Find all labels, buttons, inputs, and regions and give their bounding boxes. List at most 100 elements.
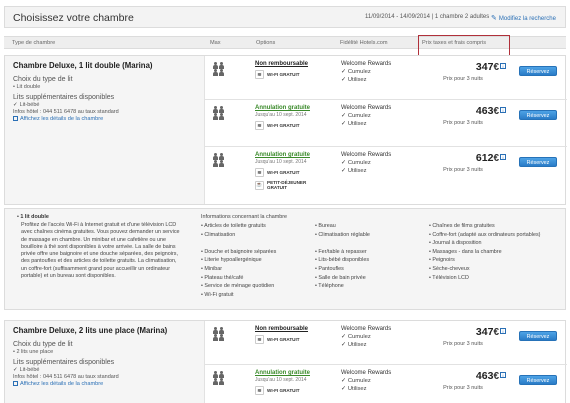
rate-option: Non remboursable ≋ WI-FI GRATUIT xyxy=(255,326,335,344)
price-box: 347€ i Prix pour 3 nuits xyxy=(420,61,506,82)
rewards-title: Welcome Rewards xyxy=(341,105,392,111)
info-icon[interactable]: i xyxy=(500,372,506,378)
badge-label: WI-FI GRATUIT xyxy=(267,388,300,393)
check-icon: ✓ xyxy=(13,367,18,373)
badge-label: WI-FI GRATUIT xyxy=(267,72,300,77)
price-value: 612 xyxy=(475,152,494,164)
info-icon[interactable]: i xyxy=(500,154,506,160)
rate-option-name[interactable]: Annulation gratuite xyxy=(255,105,335,111)
rewards-redeem-label: Utilisez xyxy=(347,168,367,174)
price-value: 463 xyxy=(475,105,494,117)
rewards-collect-label: Cumulez xyxy=(347,69,371,75)
page-header: Choisissez votre chambre 11/09/2014 - 14… xyxy=(4,6,566,28)
book-button[interactable]: Réservez xyxy=(519,110,557,120)
amenity-item: Sèche-cheveux xyxy=(429,265,547,274)
room-details-link[interactable]: Affichez les détails de la chambre xyxy=(13,381,204,387)
check-icon: ✓ xyxy=(341,77,346,83)
check-icon: ✓ xyxy=(341,342,346,348)
info-icon[interactable]: i xyxy=(500,328,506,334)
price-box: 463€ i Prix pour 3 nuits xyxy=(420,370,506,391)
room-card-1: Chambre Deluxe, 1 lit double (Marina) Ch… xyxy=(4,55,567,205)
amenity-item: Fer/table à repasser xyxy=(315,248,425,257)
rewards-collect-label: Cumulez xyxy=(347,160,371,166)
max-occupancy-icon xyxy=(213,62,235,76)
extra-beds-label: Lits supplémentaires disponibles xyxy=(13,94,115,101)
rewards-title: Welcome Rewards xyxy=(341,326,392,332)
rewards-redeem: ✓ Utilisez xyxy=(341,121,416,127)
amenities-col-2: Bureau Climatisation réglable Fer/table … xyxy=(315,222,425,291)
bed-option[interactable]: • Lit double xyxy=(13,84,204,90)
amenity-item: Articles de toilette gratuits xyxy=(201,222,311,231)
amenity-item: Service de ménage quotidien xyxy=(201,282,311,291)
price-value: 347 xyxy=(475,326,494,338)
amenity-item: Coffre-fort (adapté aux ordinateurs port… xyxy=(429,231,547,240)
check-icon: ✓ xyxy=(341,121,346,127)
book-button[interactable]: Réservez xyxy=(519,66,557,76)
room-details-label: Affichez les détails de la chambre xyxy=(20,381,104,387)
wifi-badge: ≋ WI-FI GRATUIT xyxy=(255,168,335,177)
book-button[interactable]: Réservez xyxy=(519,157,557,167)
modify-search-link[interactable]: ✎ Modifiez la recherche xyxy=(491,14,556,22)
pencil-icon: ✎ xyxy=(491,15,497,22)
breakfast-badge: ☕ PETIT-DÉJEUNER GRATUIT xyxy=(255,180,335,190)
book-button[interactable]: Réservez xyxy=(519,375,557,385)
room-info: Chambre Deluxe, 1 lit double (Marina) Ch… xyxy=(5,56,205,204)
amenity-item: Chaînes de films gratuites xyxy=(429,222,547,231)
book-button[interactable]: Réservez xyxy=(519,331,557,341)
wifi-icon: ≋ xyxy=(255,70,264,79)
amenity-item: Plateau thé/café xyxy=(201,274,311,283)
price-box: 612€ i Prix pour 3 nuits xyxy=(420,152,506,173)
hotel-info: Infos hôtel : 044 511 6478 au taux stand… xyxy=(13,109,119,115)
info-icon[interactable]: i xyxy=(500,63,506,69)
bed-option-label: 2 lits une place xyxy=(16,349,54,355)
bed-type: • 1 lit double xyxy=(17,214,49,220)
coffee-icon: ☕ xyxy=(255,180,264,190)
badge-label: WI-FI GRATUIT xyxy=(267,337,300,342)
bed-option[interactable]: • 2 lits une place xyxy=(13,349,204,355)
rewards-title: Welcome Rewards xyxy=(341,152,392,158)
price-currency: € xyxy=(493,106,499,117)
expand-icon xyxy=(13,381,18,386)
room-details-link[interactable]: Affichez les détails de la chambre xyxy=(13,116,204,122)
bed-choice-label: Choix du type de lit xyxy=(13,341,73,348)
amenity-item: Minibar xyxy=(201,265,311,274)
price-box: 463€ i Prix pour 3 nuits xyxy=(420,105,506,126)
rewards-collect-label: Cumulez xyxy=(347,378,371,384)
check-icon: ✓ xyxy=(341,334,346,340)
rate-option: Non remboursable ≋ WI-FI GRATUIT xyxy=(255,61,335,79)
bed-type-label: 1 lit double xyxy=(20,214,49,220)
wifi-badge: ≋ WI-FI GRATUIT xyxy=(255,121,335,130)
rate-option: Annulation gratuite Jusqu'au 10 sept. 20… xyxy=(255,152,335,190)
check-icon: ✓ xyxy=(341,160,346,166)
rewards-redeem-label: Utilisez xyxy=(347,77,367,83)
rate-row: Non remboursable ≋ WI-FI GRATUIT Welcome … xyxy=(205,321,567,365)
rewards-collect: ✓ Cumulez xyxy=(341,113,416,119)
wifi-icon: ≋ xyxy=(255,168,264,177)
amenity-item: Massages - dans la chambre xyxy=(429,248,547,257)
cancel-until: Jusqu'au 10 sept. 2014 xyxy=(255,159,307,165)
modify-search-label: Modifiez la recherche xyxy=(498,16,556,22)
rewards-title: Welcome Rewards xyxy=(341,61,392,67)
rewards-collect: ✓ Cumulez xyxy=(341,334,416,340)
amenity-item: Literie hypoallergénique xyxy=(201,256,311,265)
rate-option-name[interactable]: Non remboursable xyxy=(255,61,335,67)
price-value: 463 xyxy=(475,370,494,382)
amenities-title: Informations concernant la chambre xyxy=(201,214,287,220)
expand-icon xyxy=(13,116,18,121)
rewards-redeem-label: Utilisez xyxy=(347,342,367,348)
amenity-item: Bureau xyxy=(315,222,425,231)
rate-option-name[interactable]: Non remboursable xyxy=(255,326,335,332)
price-nights: Prix pour 3 nuits xyxy=(443,120,483,126)
rewards-redeem: ✓ Utilisez xyxy=(341,168,416,174)
price-nights: Prix pour 3 nuits xyxy=(443,76,483,82)
check-icon: ✓ xyxy=(341,378,346,384)
extra-bed-item: ✓ Lit-bébé xyxy=(13,367,204,373)
rate-option-name[interactable]: Annulation gratuite xyxy=(255,152,335,158)
extra-beds-label: Lits supplémentaires disponibles xyxy=(13,359,115,366)
rate-option-name[interactable]: Annulation gratuite xyxy=(255,370,335,376)
check-icon: ✓ xyxy=(341,69,346,75)
info-icon[interactable]: i xyxy=(500,107,506,113)
check-icon: ✓ xyxy=(341,386,346,392)
rewards-title: Welcome Rewards xyxy=(341,370,392,376)
amenity-item: Climatisation réglable xyxy=(315,231,425,240)
